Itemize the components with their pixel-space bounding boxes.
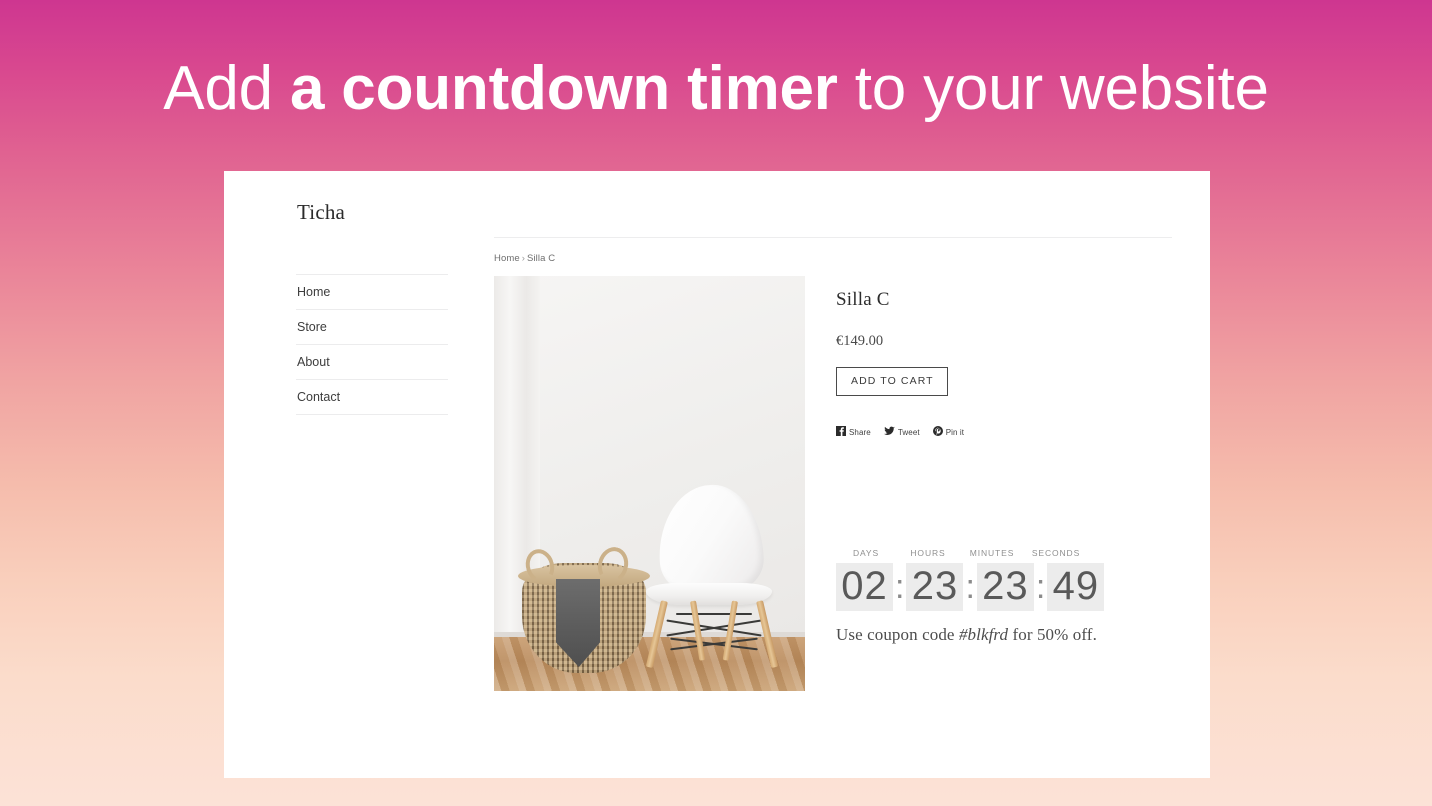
facebook-share-label: Share bbox=[849, 427, 871, 437]
countdown-value-seconds: 49 bbox=[1047, 563, 1105, 611]
twitter-share-label: Tweet bbox=[897, 427, 920, 437]
countdown-label-days: DAYS bbox=[852, 548, 880, 558]
page-title: Add a countdown timer to your website bbox=[0, 44, 1432, 134]
photo-chair-wire bbox=[676, 613, 752, 615]
store-logo[interactable]: Ticha bbox=[296, 199, 448, 225]
countdown-separator: : bbox=[965, 568, 975, 606]
page-title-part2: to your website bbox=[837, 54, 1269, 123]
countdown-value-days: 02 bbox=[836, 563, 893, 611]
countdown-value-minutes: 23 bbox=[976, 563, 1034, 611]
page-title-part1: Add bbox=[163, 54, 290, 123]
main-content: Home › Silla C Silla C €149.00 ADD TO CA… bbox=[494, 199, 1172, 691]
website-inner: Ticha Home Store About Contact Home › Sill… bbox=[296, 199, 1172, 778]
twitter-share-button[interactable]: Tweet bbox=[883, 426, 920, 439]
countdown-label-seconds: SECONDS bbox=[1031, 548, 1081, 558]
sidebar-item-store[interactable]: Store bbox=[296, 310, 448, 345]
product-info: Silla C €149.00 ADD TO CART Share Tweet … bbox=[836, 288, 1196, 439]
breadcrumb-separator: › bbox=[521, 253, 526, 264]
countdown-timer: DAYS HOURS MINUTES SECONDS 02 : 23 : 23 … bbox=[836, 548, 1196, 646]
countdown-separator: : bbox=[1035, 568, 1046, 606]
breadcrumb: Home › Silla C bbox=[494, 238, 1172, 265]
facebook-share-button[interactable]: Share bbox=[836, 426, 871, 439]
countdown-label-minutes: MINUTES bbox=[969, 548, 1015, 558]
countdown-labels: DAYS HOURS MINUTES SECONDS bbox=[836, 548, 1196, 559]
pinterest-icon bbox=[932, 426, 943, 439]
product-title: Silla C bbox=[836, 289, 890, 310]
breadcrumb-home[interactable]: Home bbox=[494, 253, 520, 264]
coupon-prefix: Use coupon code bbox=[836, 625, 959, 644]
breadcrumb-current: Silla C bbox=[527, 253, 556, 264]
website-preview-card: Ticha Home Store About Contact Home › Sill… bbox=[224, 171, 1210, 778]
facebook-icon bbox=[836, 426, 846, 439]
share-row: Share Tweet Pin it bbox=[836, 426, 1196, 439]
sidebar-item-about[interactable]: About bbox=[296, 345, 448, 380]
add-to-cart-button[interactable]: ADD TO CART bbox=[836, 367, 948, 396]
coupon-suffix: for 50% off. bbox=[1008, 625, 1097, 644]
sidebar: Ticha Home Store About Contact bbox=[296, 199, 448, 415]
pinterest-share-button[interactable]: Pin it bbox=[932, 426, 965, 439]
countdown-value-hours: 23 bbox=[906, 563, 964, 611]
sidebar-item-home[interactable]: Home bbox=[296, 275, 448, 310]
sidebar-item-contact[interactable]: Contact bbox=[296, 380, 448, 415]
countdown-digits: 02 : 23 : 23 : 49 bbox=[836, 563, 1196, 611]
twitter-icon bbox=[883, 426, 895, 439]
coupon-code: #blkfrd bbox=[958, 625, 1009, 644]
product-price: €149.00 bbox=[836, 333, 884, 349]
pinterest-share-label: Pin it bbox=[945, 427, 965, 437]
page-title-emphasis: a countdown timer bbox=[290, 54, 838, 123]
product-image[interactable] bbox=[494, 276, 805, 691]
coupon-message: Use coupon code #blkfrd for 50% off. bbox=[836, 624, 1196, 646]
sidebar-nav: Home Store About Contact bbox=[296, 274, 448, 415]
countdown-separator: : bbox=[895, 568, 905, 606]
countdown-label-hours: HOURS bbox=[910, 548, 946, 558]
